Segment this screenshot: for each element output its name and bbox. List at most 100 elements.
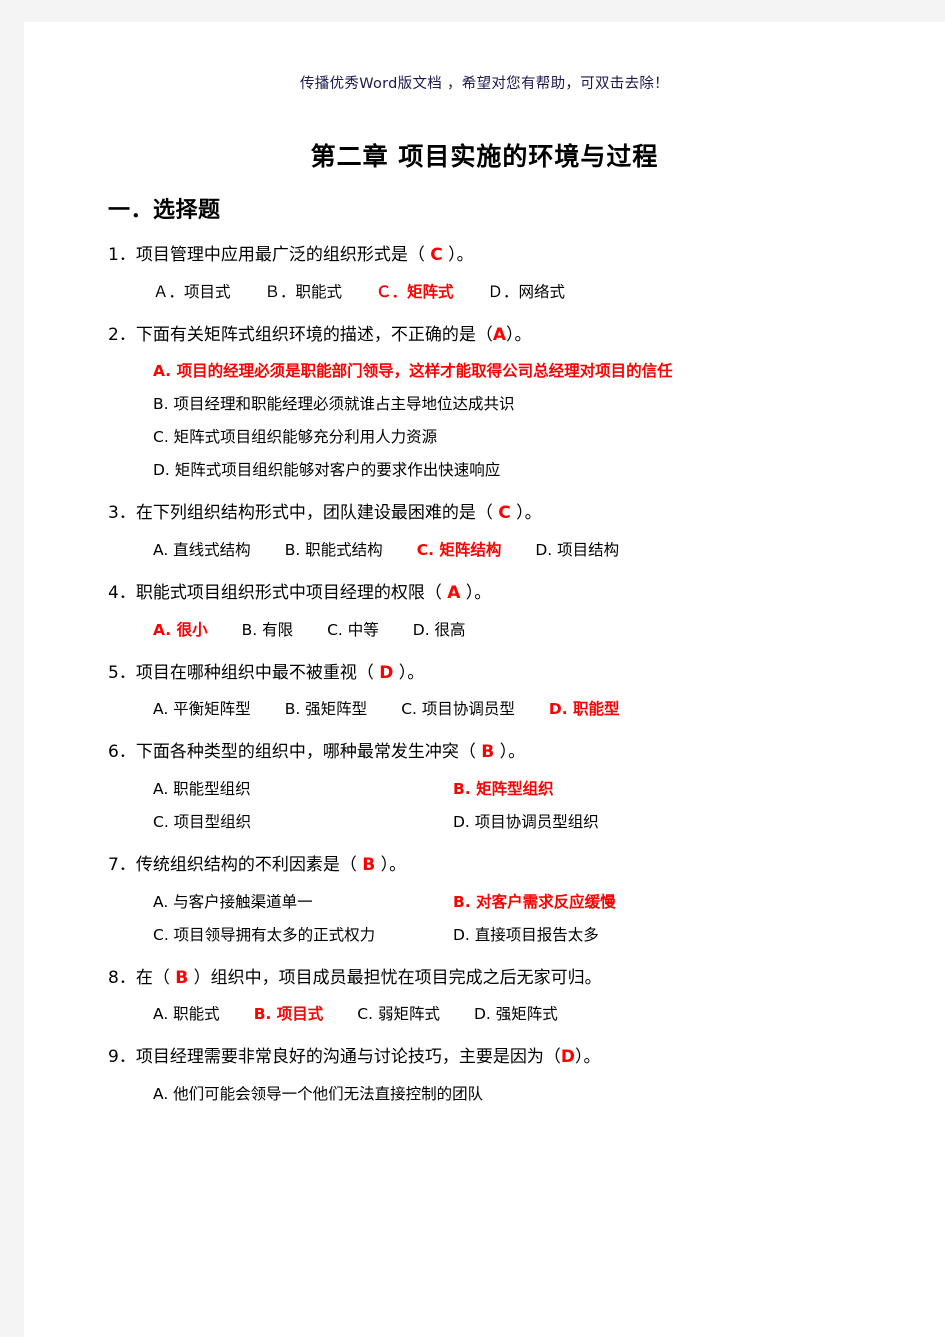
question-stem: 1．项目管理中应用最广泛的组织形式是（ C ）。 [108,243,945,268]
option-row: C. 矩阵式项目组织能够充分利用人力资源 [153,425,945,449]
option-item[interactable]: B. 项目经理和职能经理必须就谁占主导地位达成共识 [153,392,515,416]
option-item[interactable]: D. 直接项目报告太多 [453,923,753,947]
question-block: 3．在下列组织结构形式中，团队建设最困难的是（ C ）。 A. 直线式结构 B. 职… [108,501,945,562]
option-item[interactable]: C. 弱矩阵式 [357,1002,440,1026]
answer-letter: C [430,245,443,265]
answer-letter: C [498,503,511,524]
question-block: 2．下面有关矩阵式组织环境的描述，不正确的是（A）。 A. 项目的经理必须是职能部… [108,323,945,483]
document-content: 一．选择题 1．项目管理中应用最广泛的组织形式是（ C ）。 Ａ．项目式 Ｂ．职能式… [24,192,945,1115]
option-item[interactable]: B. 矩阵型组织 [453,777,753,801]
question-text-before: 职能式项目组织形式中项目经理的权限（ [135,583,448,604]
question-number: 7． [108,855,136,875]
question-text-before: 项目经理需要非常良好的沟通与讨论技巧，主要是因为（ [135,1047,561,1068]
question-stem: 3．在下列组织结构形式中，团队建设最困难的是（ C ）。 [108,501,945,526]
question-text-after: ）。 [393,662,425,683]
watermark-text: 传播优秀Word版文档 ，希望对您有帮助，可双击去除！ [300,76,669,92]
question-text-after: ）。 [442,245,474,265]
option-item[interactable]: B. 有限 [242,618,294,642]
option-row: A. 他们可能会领导一个他们无法直接控制的团队 [153,1082,945,1106]
option-item[interactable]: D. 很高 [413,618,466,642]
question-stem: 7．传统组织结构的不利因素是（ B ）。 [108,853,945,878]
document-page: 传播优秀Word版文档 ，希望对您有帮助，可双击去除！ 第二章 项目实施的环境与… [24,22,945,1337]
option-row: A. 平衡矩阵型 B. 强矩阵型 C. 项目协调员型 D. 职能型 [153,697,945,721]
answer-letter: D [379,662,394,683]
answer-letter: B [481,742,495,763]
question-text-before: 项目管理中应用最广泛的组织形式是（ [135,245,431,265]
option-row: A. 很小 B. 有限 C. 中等 D. 很高 [153,618,945,642]
question-number: 1． [108,245,136,265]
question-text-after: ）。 [460,583,492,604]
option-item[interactable]: D. 项目协调员型组织 [453,810,753,834]
option-item[interactable]: A. 直线式结构 [153,538,251,562]
question-text-after: ）。 [494,742,526,763]
question-text-before: 传统组织结构的不利因素是（ [135,855,363,875]
option-item[interactable]: A. 很小 [153,618,208,642]
option-list: Ａ．项目式 Ｂ．职能式 Ｃ．矩阵式 Ｄ．网络式 [153,280,945,304]
question-stem: 6．下面各种类型的组织中，哪种最常发生冲突（ B ）。 [108,740,945,765]
option-item[interactable]: C. 矩阵式项目组织能够充分利用人力资源 [153,425,437,449]
option-list: A. 直线式结构 B. 职能式结构 C. 矩阵结构 D. 项目结构 [153,538,945,562]
question-stem: 8．在（ B ）组织中，项目成员最担忧在项目完成之后无家可归。 [108,966,945,991]
option-item[interactable]: Ｄ．网络式 [488,280,566,304]
question-block: 4．职能式项目组织形式中项目经理的权限（ A ）。 A. 很小 B. 有限 C. 中等… [108,581,945,642]
option-item[interactable]: D. 职能型 [549,697,620,721]
option-item[interactable]: Ｃ．矩阵式 [376,280,454,304]
option-item[interactable]: A. 项目的经理必须是职能部门领导，这样才能取得公司总经理对项目的信任 [153,359,673,383]
option-item[interactable]: C. 中等 [327,618,379,642]
question-block: 9．项目经理需要非常良好的沟通与讨论技巧，主要是因为（D）。 A. 他们可能会领导… [108,1045,945,1106]
option-row: A. 职能型组织 B. 矩阵型组织 [153,777,945,801]
question-number: 8． [108,967,136,988]
option-item[interactable]: D. 强矩阵式 [474,1002,558,1026]
option-list: A. 与客户接触渠道单一 B. 对客户需求反应缓慢 C. 项目领导拥有太多的正式权力… [153,890,945,947]
page-inner: 传播优秀Word版文档 ，希望对您有帮助，可双击去除！ 第二章 项目实施的环境与… [24,22,945,1337]
option-item[interactable]: C. 矩阵结构 [417,538,502,562]
option-row: A. 直线式结构 B. 职能式结构 C. 矩阵结构 D. 项目结构 [153,538,945,562]
option-item[interactable]: A. 职能式 [153,1002,220,1026]
option-list: A. 职能型组织 B. 矩阵型组织 C. 项目型组织 D. 项目协调员型组织 [153,777,945,834]
option-row: C. 项目型组织 D. 项目协调员型组织 [153,810,945,834]
question-text-before: 下面有关矩阵式组织环境的描述，不正确的是（ [135,324,493,345]
option-item[interactable]: C. 项目领导拥有太多的正式权力 [153,923,453,947]
question-number: 6． [108,742,136,763]
option-item[interactable]: A. 他们可能会领导一个他们无法直接控制的团队 [153,1082,483,1106]
page-title: 第二章 项目实施的环境与过程 [310,142,659,171]
option-item[interactable]: A. 与客户接触渠道单一 [153,890,453,914]
option-list: A. 项目的经理必须是职能部门领导，这样才能取得公司总经理对项目的信任 B. 项目… [153,359,945,482]
option-item[interactable]: B. 强矩阵型 [285,697,368,721]
option-row: C. 项目领导拥有太多的正式权力 D. 直接项目报告太多 [153,923,945,947]
option-item[interactable]: Ａ．项目式 [153,280,231,304]
section-heading: 一．选择题 [108,198,221,223]
option-item[interactable]: B. 职能式结构 [285,538,383,562]
option-item[interactable]: D. 项目结构 [535,538,619,562]
option-item[interactable]: B. 对客户需求反应缓慢 [453,890,753,914]
option-item[interactable]: A. 平衡矩阵型 [153,697,251,721]
option-row: Ａ．项目式 Ｂ．职能式 Ｃ．矩阵式 Ｄ．网络式 [153,280,945,304]
option-item[interactable]: C. 项目型组织 [153,810,453,834]
option-item[interactable]: B. 项目式 [254,1002,324,1026]
question-number: 4． [108,583,136,604]
question-text-after: ）组织中，项目成员最担忧在项目完成之后无家可归。 [188,967,602,988]
option-row: A. 项目的经理必须是职能部门领导，这样才能取得公司总经理对项目的信任 [153,359,945,383]
question-text-before: 下面各种类型的组织中，哪种最常发生冲突（ [135,742,482,763]
option-item[interactable]: C. 项目协调员型 [401,697,515,721]
option-list: A. 很小 B. 有限 C. 中等 D. 很高 [153,618,945,642]
question-block: 1．项目管理中应用最广泛的组织形式是（ C ）。 Ａ．项目式 Ｂ．职能式 Ｃ．矩阵式 Ｄ… [108,243,945,304]
option-list: A. 他们可能会领导一个他们无法直接控制的团队 [153,1082,945,1106]
question-block: 8．在（ B ）组织中，项目成员最担忧在项目完成之后无家可归。 A. 职能式 B. … [108,966,945,1027]
option-row: D. 矩阵式项目组织能够对客户的要求作出快速响应 [153,458,945,482]
question-stem: 9．项目经理需要非常良好的沟通与讨论技巧，主要是因为（D）。 [108,1045,945,1070]
answer-letter: A [447,583,461,604]
option-list: A. 职能式 B. 项目式 C. 弱矩阵式 D. 强矩阵式 [153,1002,945,1026]
option-row: A. 与客户接触渠道单一 B. 对客户需求反应缓慢 [153,890,945,914]
question-text-after: ）。 [510,503,542,524]
questions-list: 1．项目管理中应用最广泛的组织形式是（ C ）。 Ａ．项目式 Ｂ．职能式 Ｃ．矩阵式 Ｄ… [24,243,945,1106]
option-item[interactable]: A. 职能型组织 [153,777,453,801]
answer-letter: D [560,1047,575,1068]
option-list: A. 平衡矩阵型 B. 强矩阵型 C. 项目协调员型 D. 职能型 [153,697,945,721]
option-item[interactable]: Ｂ．职能式 [265,280,343,304]
option-item[interactable]: D. 矩阵式项目组织能够对客户的要求作出快速响应 [153,458,500,482]
question-stem: 5．项目在哪种组织中最不被重视（ D ）。 [108,661,945,686]
question-block: 7．传统组织结构的不利因素是（ B ）。 A. 与客户接触渠道单一 B. 对客户需求… [108,853,945,947]
question-text-before: 在下列组织结构形式中，团队建设最困难的是（ [135,503,499,524]
question-text-before: 项目在哪种组织中最不被重视（ [135,662,380,683]
